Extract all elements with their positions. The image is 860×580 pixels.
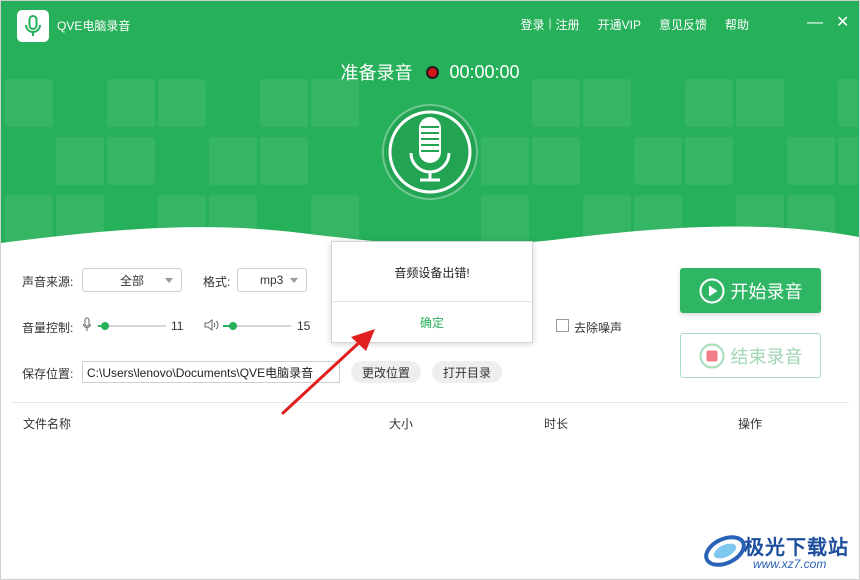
mic-volume-slider[interactable] <box>98 322 166 330</box>
format-select[interactable]: mp3 <box>237 268 307 292</box>
noise-reduction-label: 去除噪声 <box>574 321 623 335</box>
header-panel: QVE电脑录音 登录 | 注册 开通VIP 意见反馈 帮助 — ✕ 准备录音 0… <box>1 1 859 251</box>
login-link[interactable]: 登录 <box>520 16 544 33</box>
start-recording-button[interactable]: 开始录音 <box>680 268 821 313</box>
column-size: 大小 <box>389 417 414 431</box>
minimize-button[interactable]: — <box>807 14 823 32</box>
mic-volume-value: 11 <box>171 319 184 333</box>
open-folder-button[interactable]: 打开目录 <box>432 361 502 383</box>
mic-logo-icon <box>25 15 41 36</box>
stop-icon <box>699 343 724 368</box>
volume-label: 音量控制: <box>22 321 74 335</box>
background-tile <box>532 79 580 127</box>
background-tile <box>56 137 104 185</box>
format-label: 格式: <box>203 275 231 289</box>
top-nav: 登录 | 注册 开通VIP 意见反馈 帮助 <box>520 16 749 33</box>
background-tile <box>107 137 155 185</box>
app-logo <box>17 10 49 42</box>
background-tile <box>685 137 733 185</box>
background-tile <box>5 79 53 127</box>
watermark-url: www.xz7.com <box>753 557 827 571</box>
speaker-volume-knob[interactable] <box>229 322 237 330</box>
dialog-message: 音频设备出错! <box>394 266 470 280</box>
record-indicator-icon <box>426 65 440 79</box>
background-tile <box>685 79 733 127</box>
help-link[interactable]: 帮助 <box>725 16 749 33</box>
recording-status: 准备录音 00:00:00 <box>1 59 859 85</box>
background-tile <box>838 137 859 185</box>
format-value: mp3 <box>260 273 284 287</box>
background-tile <box>260 79 308 127</box>
close-icon: ✕ <box>836 14 850 31</box>
watermark-title: 极光下载站 <box>744 537 849 559</box>
app-window: QVE电脑录音 登录 | 注册 开通VIP 意见反馈 帮助 — ✕ 准备录音 0… <box>0 0 860 580</box>
background-tile <box>736 79 784 127</box>
chevron-down-icon <box>165 278 173 283</box>
background-tile <box>583 79 631 127</box>
background-tile <box>787 137 835 185</box>
background-tile <box>838 79 859 127</box>
column-filename: 文件名称 <box>23 417 72 431</box>
register-link[interactable]: 注册 <box>556 16 580 33</box>
feedback-link[interactable]: 意见反馈 <box>659 16 707 33</box>
mic-volume-icon <box>83 317 91 331</box>
microphone-icon <box>382 104 478 200</box>
source-select[interactable]: 全部 <box>82 268 182 292</box>
background-tile <box>209 137 257 185</box>
save-location-label: 保存位置: <box>22 367 74 381</box>
nav-separator: | <box>548 16 552 30</box>
close-button[interactable]: ✕ <box>836 14 849 32</box>
column-duration: 时长 <box>544 417 569 431</box>
stop-recording-button[interactable]: 结束录音 <box>680 333 821 378</box>
noise-reduction-checkbox[interactable] <box>556 319 569 332</box>
background-tile <box>311 79 359 127</box>
app-title: QVE电脑录音 <box>57 19 131 33</box>
background-tile <box>481 137 529 185</box>
speaker-icon <box>204 319 219 331</box>
source-label: 声音来源: <box>22 275 74 289</box>
background-tile <box>107 79 155 127</box>
background-tile <box>158 79 206 127</box>
play-icon <box>699 278 724 303</box>
background-tile <box>532 137 580 185</box>
vip-link[interactable]: 开通VIP <box>598 16 641 33</box>
table-divider <box>11 402 849 403</box>
status-text: 准备录音 <box>340 63 413 83</box>
mic-volume-knob[interactable] <box>101 322 109 330</box>
column-actions: 操作 <box>738 417 763 431</box>
source-value: 全部 <box>119 273 144 288</box>
background-tile <box>260 137 308 185</box>
annotation-arrow <box>281 329 375 415</box>
stop-recording-label: 结束录音 <box>730 346 803 367</box>
start-recording-label: 开始录音 <box>730 281 803 302</box>
chevron-down-icon <box>290 278 298 283</box>
minimize-icon: — <box>807 14 823 31</box>
background-tile <box>634 137 682 185</box>
timer-display: 00:00:00 <box>449 61 520 82</box>
